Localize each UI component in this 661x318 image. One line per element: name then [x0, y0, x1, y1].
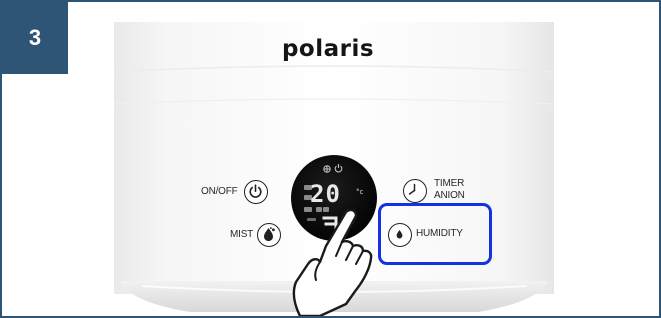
- display-power-icon: [334, 164, 343, 173]
- timer-label: TIMER: [434, 178, 465, 189]
- mist-label: MIST: [230, 229, 254, 240]
- temperature-unit: °c: [356, 188, 364, 196]
- onoff-label: ON/OFF: [201, 186, 238, 197]
- power-icon[interactable]: [244, 180, 268, 204]
- step-number-badge: 3: [2, 2, 68, 74]
- anion-label: ANION: [434, 190, 465, 201]
- pointing-hand-icon: [292, 208, 373, 316]
- brand-logo: polaris: [281, 36, 375, 62]
- humidity-button-highlight: [378, 203, 492, 265]
- fan-speed-icon: [323, 165, 331, 173]
- instruction-panel: 3 polaris ON/OFF MIST 20 °c TIMER ANION …: [0, 0, 661, 318]
- clock-icon[interactable]: [403, 179, 427, 203]
- mist-drop-icon[interactable]: [257, 223, 281, 247]
